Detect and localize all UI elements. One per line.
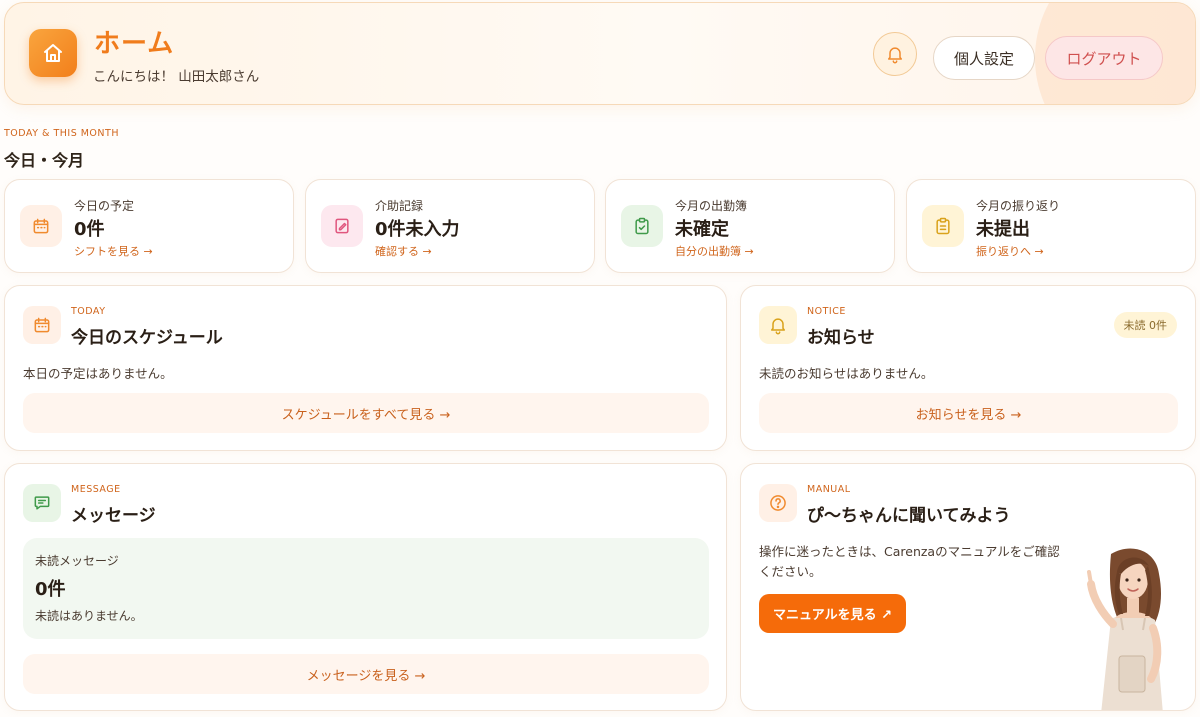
- bell-icon: [759, 306, 797, 344]
- clipboard-check-icon: [621, 205, 663, 247]
- view-messages-button[interactable]: メッセージを見る →: [23, 654, 709, 694]
- stat-value: 未確定: [675, 219, 729, 240]
- panel-title: お知らせ: [807, 328, 875, 348]
- stat-value: 未提出: [976, 219, 1030, 240]
- unread-message-box: 未読メッセージ 0件 未読はありません。: [23, 538, 709, 639]
- stat-card-schedule: 今日の予定 0件 シフトを見る →: [4, 179, 294, 273]
- unread-message-empty-text: 未読はありません。: [35, 609, 143, 623]
- notice-empty-text: 未読のお知らせはありません。: [759, 366, 934, 381]
- panel-kicker: TODAY: [71, 306, 106, 317]
- chat-icon: [23, 484, 61, 522]
- stat-label: 今月の振り返り: [976, 199, 1061, 213]
- settings-button[interactable]: 個人設定: [933, 36, 1035, 80]
- panel-kicker: NOTICE: [807, 306, 846, 317]
- home-icon: [29, 29, 77, 77]
- unread-message-label: 未読メッセージ: [35, 554, 119, 568]
- view-manual-button[interactable]: マニュアルを見る ↗: [759, 594, 906, 633]
- notice-panel: NOTICE お知らせ 未読 0件 未読のお知らせはありません。 お知らせを見る…: [740, 285, 1196, 451]
- unread-count-badge: 未読 0件: [1113, 312, 1177, 338]
- section-kicker: TODAY & THIS MONTH: [4, 128, 119, 139]
- page-header: ホーム こんにちは！ 山田太郎さん 個人設定 ログアウト: [4, 2, 1196, 105]
- edit-note-icon: [321, 205, 363, 247]
- stat-card-care-record: 介助記録 0件未入力 確認する →: [305, 179, 595, 273]
- stat-link-attendance[interactable]: 自分の出勤簿 →: [675, 243, 754, 259]
- stat-label: 介助記録: [375, 199, 424, 213]
- panel-title: メッセージ: [71, 506, 156, 526]
- calendar-icon: [20, 205, 62, 247]
- greeting-text: こんにちは！ 山田太郎さん: [93, 69, 260, 85]
- unread-message-count: 0件: [35, 579, 66, 600]
- panel-title: ぴ〜ちゃんに聞いてみよう: [807, 506, 1011, 526]
- panel-title: 今日のスケジュール: [71, 328, 223, 348]
- guide-person-illustration: [1087, 548, 1163, 710]
- schedule-empty-text: 本日の予定はありません。: [23, 366, 173, 381]
- panel-kicker: MANUAL: [807, 484, 851, 495]
- stat-value: 0件: [74, 219, 105, 240]
- page-title: ホーム: [94, 29, 175, 59]
- stat-label: 今日の予定: [74, 199, 135, 213]
- panel-kicker: MESSAGE: [71, 484, 121, 495]
- stat-label: 今月の出勤簿: [675, 199, 748, 213]
- bell-icon: [888, 47, 902, 64]
- stat-value: 0件未入力: [375, 219, 460, 240]
- stat-card-attendance: 今月の出勤簿 未確定 自分の出勤簿 →: [605, 179, 895, 273]
- manual-text-line2: ください。: [759, 564, 822, 579]
- schedule-panel: TODAY 今日のスケジュール 本日の予定はありません。 スケジュールをすべて見…: [4, 285, 727, 451]
- notification-bell-button[interactable]: [873, 32, 917, 76]
- view-notices-button[interactable]: お知らせを見る →: [759, 393, 1178, 433]
- message-panel: MESSAGE メッセージ 未読メッセージ 0件 未読はありません。 メッセージ…: [4, 463, 727, 711]
- section-title: 今日・今月: [4, 151, 85, 170]
- clipboard-list-icon: [922, 205, 964, 247]
- view-all-schedule-button[interactable]: スケジュールをすべて見る →: [23, 393, 709, 433]
- calendar-icon: [23, 306, 61, 344]
- stat-card-review: 今月の振り返り 未提出 振り返りへ →: [906, 179, 1196, 273]
- stat-link-confirm[interactable]: 確認する →: [375, 243, 432, 259]
- stat-link-shift[interactable]: シフトを見る →: [74, 243, 153, 259]
- manual-text-line1: 操作に迷ったときは、Carenzaのマニュアルをご確認: [759, 544, 1060, 559]
- logout-button[interactable]: ログアウト: [1045, 36, 1163, 80]
- manual-panel: MANUAL ぴ〜ちゃんに聞いてみよう 操作に迷ったときは、Carenzaのマニ…: [740, 463, 1196, 711]
- help-circle-icon: [759, 484, 797, 522]
- stat-link-review[interactable]: 振り返りへ →: [976, 243, 1044, 259]
